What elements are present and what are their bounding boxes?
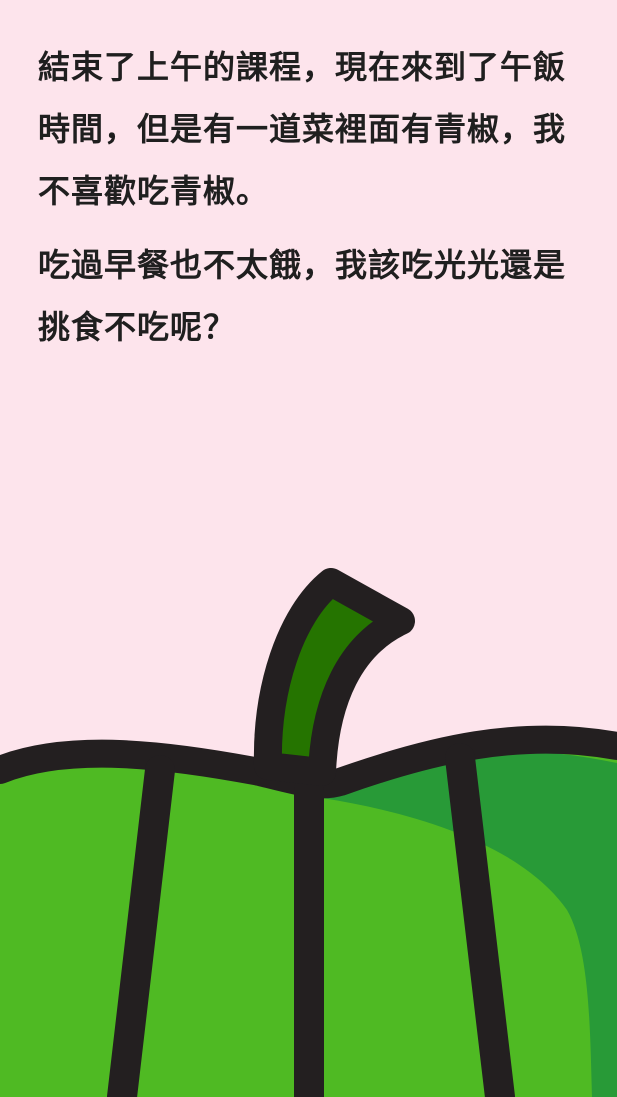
- story-screen: 結束了上午的課程，現在來到了午飯時間，但是有一道菜裡面有青椒，我不喜歡吃青椒。 …: [0, 0, 617, 1097]
- story-text: 結束了上午的課程，現在來到了午飯時間，但是有一道菜裡面有青椒，我不喜歡吃青椒。 …: [38, 36, 583, 358]
- story-paragraph-2: 吃過早餐也不太餓，我該吃光光還是挑食不吃呢？: [38, 246, 567, 346]
- pepper-stem: [253, 568, 415, 786]
- story-paragraph-1: 結束了上午的課程，現在來到了午飯時間，但是有一道菜裡面有青椒，我不喜歡吃青椒。: [38, 48, 567, 210]
- green-pepper-icon: [0, 568, 617, 1097]
